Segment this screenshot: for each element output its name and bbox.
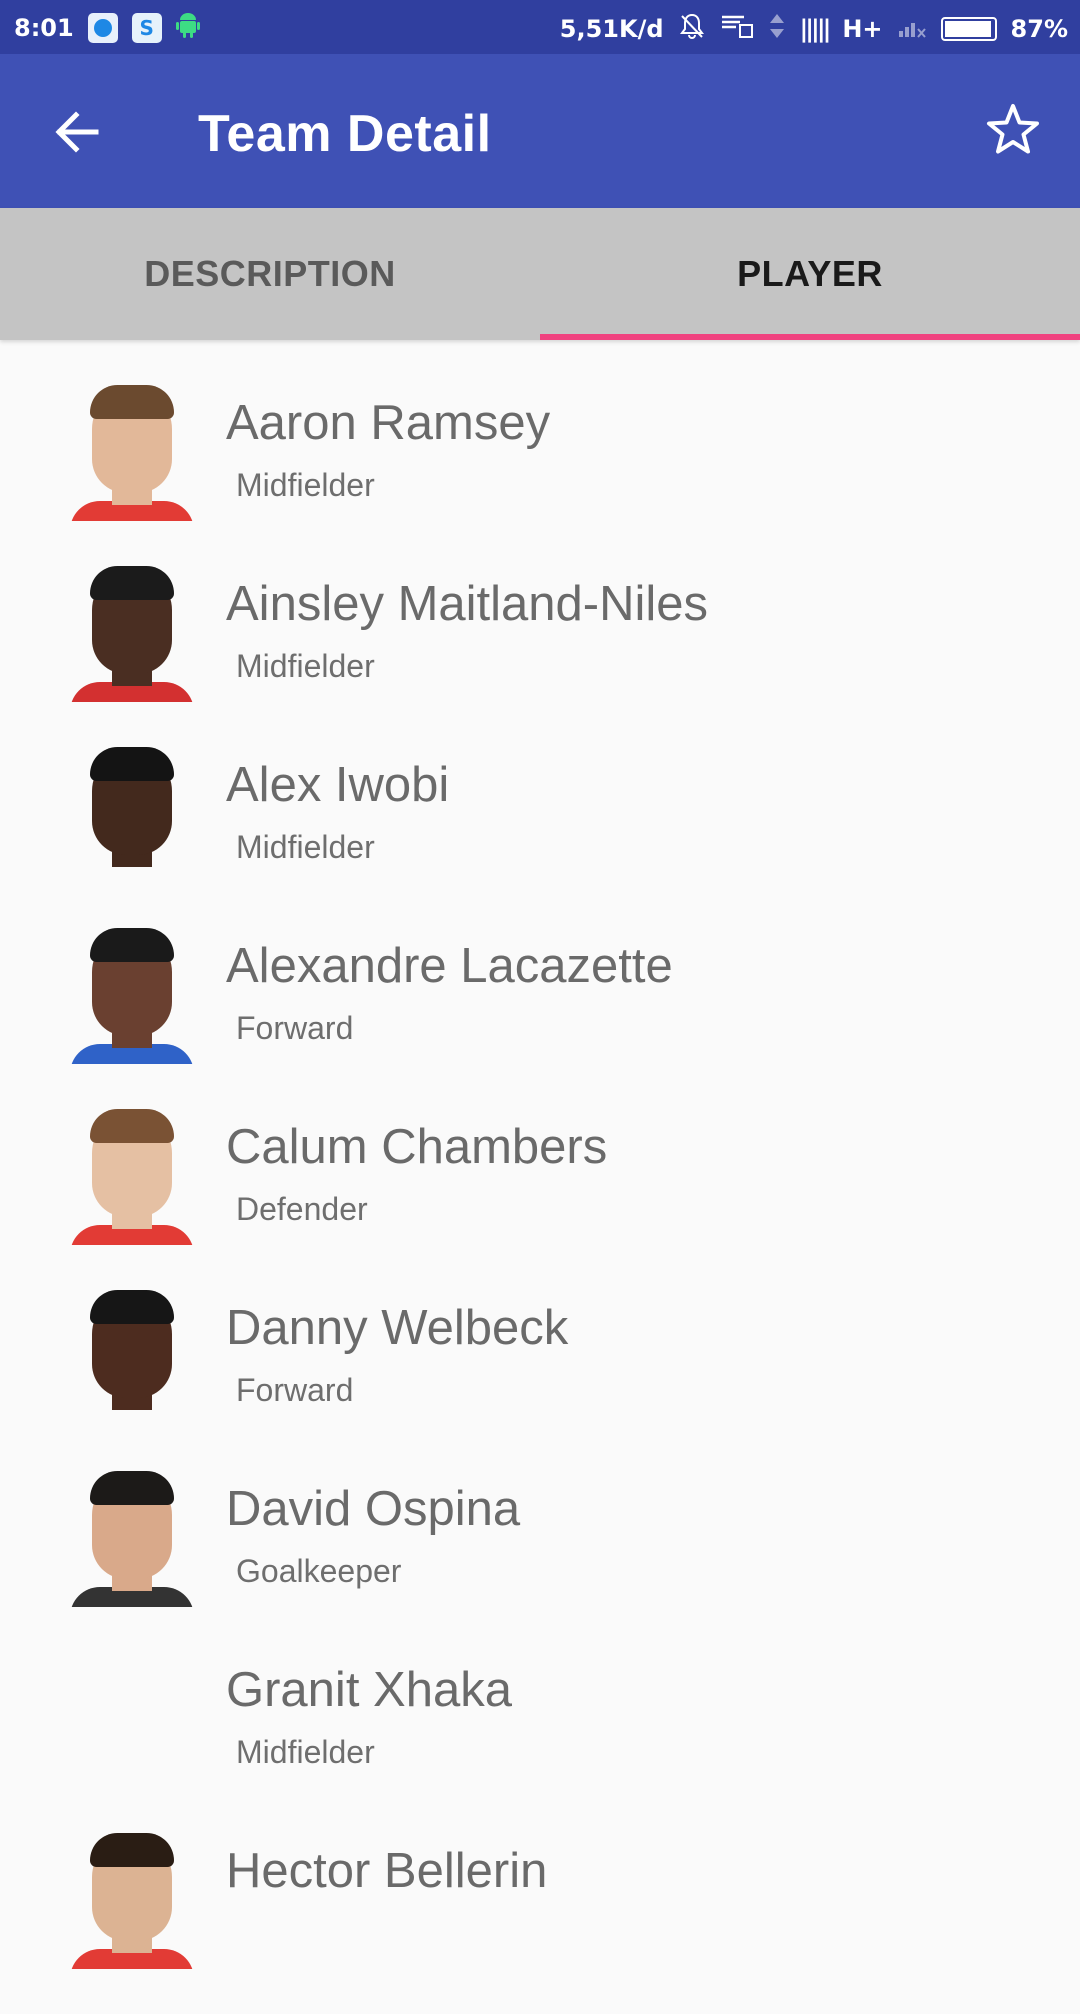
back-button[interactable]: [48, 102, 108, 162]
status-bar: 8:01 S 5,51K/d ||||| H+ 87%: [0, 0, 1080, 54]
notifications-off-icon: [678, 12, 706, 46]
player-position: Midfielder: [236, 829, 375, 865]
player-name: Alexandre Lacazette: [226, 939, 673, 993]
player-position: Forward: [236, 1010, 354, 1046]
player-name: Alex Iwobi: [226, 758, 450, 812]
list-item[interactable]: Calum Chambers Defender: [0, 1109, 1080, 1290]
avatar: [64, 1109, 200, 1245]
battery-percent: 87%: [1010, 15, 1068, 43]
list-item[interactable]: Alexandre Lacazette Forward: [0, 928, 1080, 1109]
player-position: Midfielder: [236, 648, 375, 684]
player-position: Midfielder: [236, 467, 375, 503]
avatar: [64, 1833, 200, 1969]
avatar: [64, 385, 200, 521]
player-position: Goalkeeper: [236, 1553, 402, 1589]
signal-icon: |||||: [799, 15, 832, 43]
star-outline-icon: [987, 104, 1039, 154]
avatar: [64, 747, 200, 883]
app-bar: Team Detail: [0, 54, 1080, 208]
list-item[interactable]: Alex Iwobi Midfielder: [0, 747, 1080, 928]
avatar: [64, 566, 200, 702]
player-position: Forward: [236, 1372, 354, 1408]
signal-weak-icon: [897, 13, 927, 45]
avatar: [64, 1290, 200, 1426]
list-item[interactable]: Granit Xhaka Midfielder: [0, 1652, 1080, 1833]
player-name: Granit Xhaka: [226, 1663, 512, 1717]
browser-icon: [87, 13, 118, 43]
player-list: Aaron Ramsey Midfielder Ainsley Maitland…: [0, 340, 1080, 2014]
player-position: Defender: [236, 1191, 368, 1227]
status-time: 8:01: [14, 14, 74, 42]
battery-icon: [940, 17, 997, 41]
list-item[interactable]: Danny Welbeck Forward: [0, 1290, 1080, 1471]
player-name: Danny Welbeck: [226, 1301, 569, 1355]
tab-description[interactable]: DESCRIPTION: [0, 208, 540, 340]
list-item[interactable]: Aaron Ramsey Midfielder: [0, 385, 1080, 566]
avatar: [64, 1471, 200, 1607]
list-item[interactable]: David Ospina Goalkeeper: [0, 1471, 1080, 1652]
data-arrows-icon: [768, 12, 786, 46]
list-item[interactable]: Hector Bellerin: [0, 1833, 1080, 2014]
player-name: David Ospina: [226, 1482, 521, 1536]
player-name: Ainsley Maitland-Niles: [226, 577, 709, 631]
avatar: [64, 928, 200, 1064]
favorite-button[interactable]: [982, 100, 1044, 162]
android-icon: [175, 12, 200, 44]
network-type: H+: [842, 15, 883, 43]
wifi-icon: [720, 13, 754, 45]
net-speed: 5,51K/d: [559, 15, 664, 43]
page-title: Team Detail: [198, 105, 492, 163]
player-name: Calum Chambers: [226, 1120, 608, 1174]
tab-player[interactable]: PLAYER: [540, 208, 1080, 340]
arrow-back-icon: [55, 111, 99, 153]
player-name: Hector Bellerin: [226, 1844, 548, 1898]
tab-bar: DESCRIPTION PLAYER: [0, 208, 1080, 340]
s-app-icon: S: [131, 13, 162, 43]
player-position: Midfielder: [236, 1734, 375, 1770]
player-name: Aaron Ramsey: [226, 396, 551, 450]
list-item[interactable]: Ainsley Maitland-Niles Midfielder: [0, 566, 1080, 747]
